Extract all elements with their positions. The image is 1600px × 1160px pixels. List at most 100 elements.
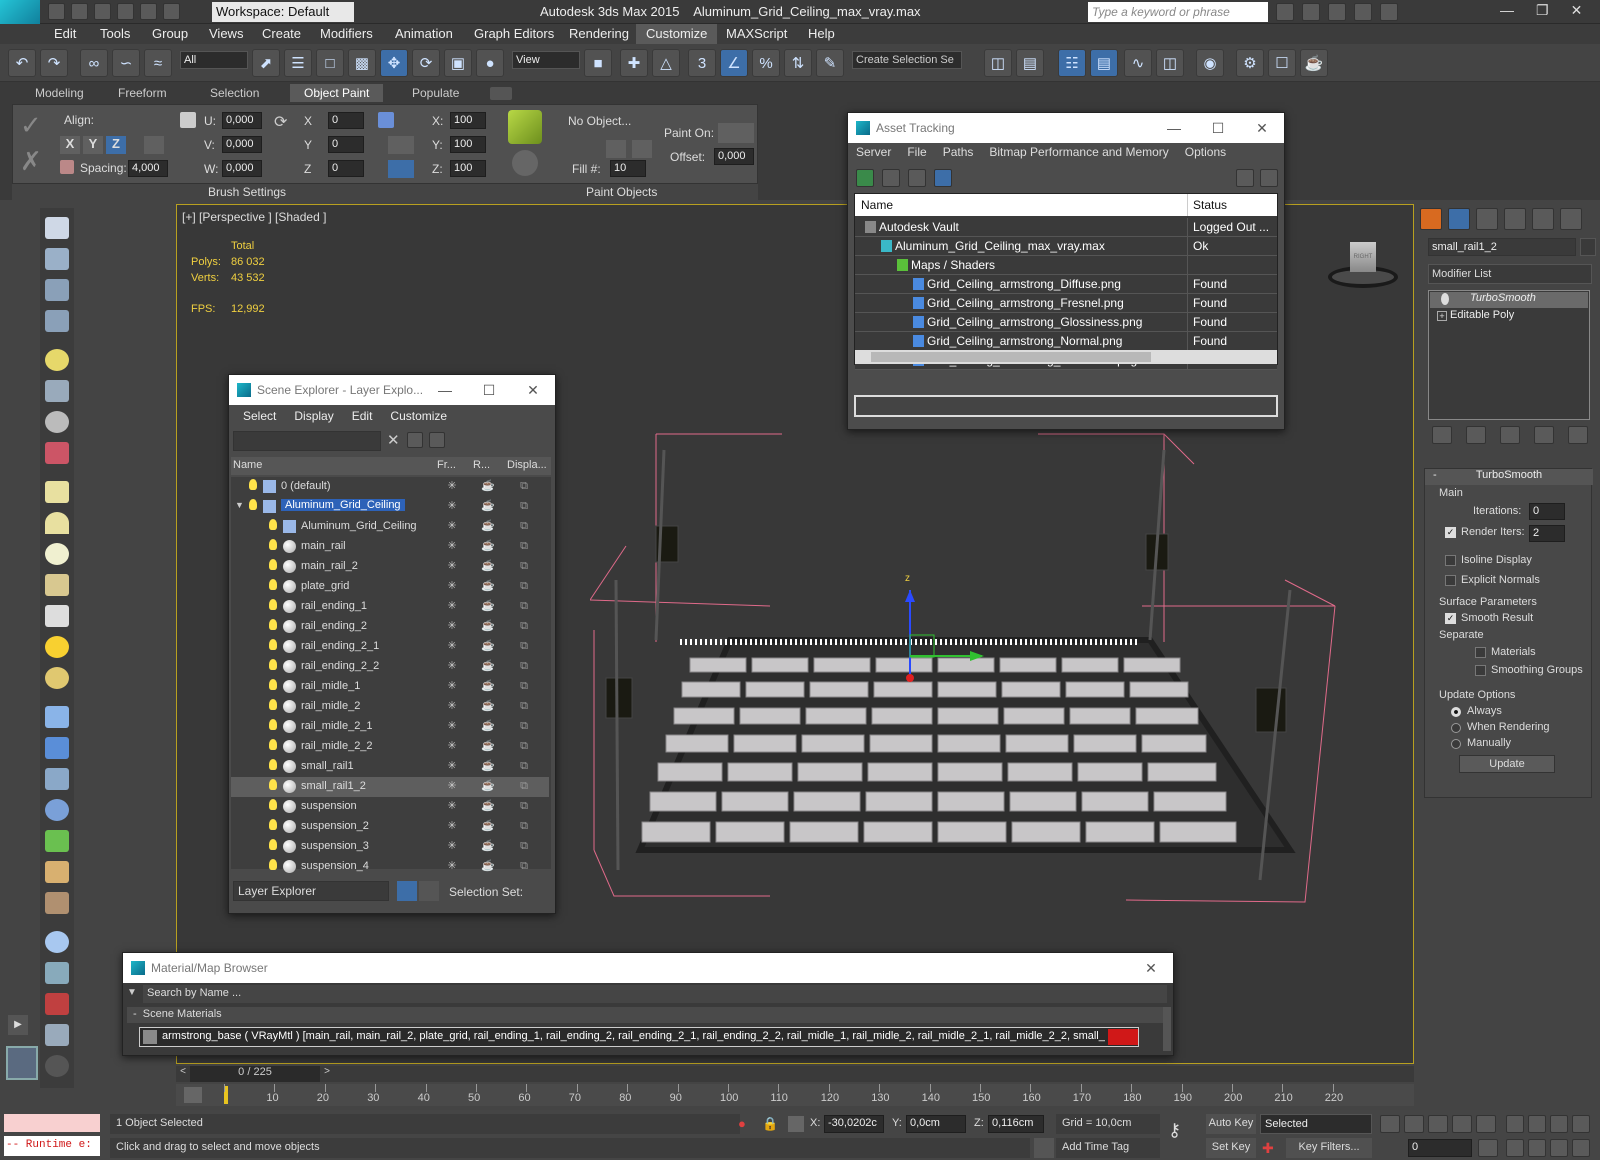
minimize-icon[interactable]: — bbox=[1152, 113, 1196, 143]
no-object-dropdown[interactable]: No Object... bbox=[568, 114, 631, 128]
brush-settings-label[interactable]: Brush Settings bbox=[208, 185, 286, 199]
doc-icon[interactable] bbox=[45, 1024, 69, 1046]
modifier-bulb-icon[interactable] bbox=[1441, 293, 1449, 305]
render-iters-checkbox[interactable]: ✓ bbox=[1445, 527, 1456, 538]
time-tag-icon[interactable] bbox=[1034, 1138, 1054, 1158]
add-time-tag-button[interactable]: Add Time Tag bbox=[1056, 1138, 1160, 1158]
display-icon[interactable]: ⧉ bbox=[517, 739, 531, 753]
asset-row[interactable]: Aluminum_Grid_Ceiling_max_vray.max Ok bbox=[855, 237, 1277, 256]
render-toggle-icon[interactable]: ☕ bbox=[481, 479, 495, 493]
freeze-icon[interactable]: ✳ bbox=[445, 799, 459, 813]
configure-sets-icon[interactable] bbox=[1568, 426, 1588, 444]
layer-manager-icon[interactable]: ☷ bbox=[1058, 49, 1086, 77]
place-icon[interactable]: ● bbox=[476, 49, 504, 77]
freeze-icon[interactable]: ✳ bbox=[445, 519, 459, 533]
ribbon-toggle-icon[interactable]: ▤ bbox=[1090, 49, 1118, 77]
asset-row[interactable]: Grid_Ceiling_armstrong_Glossiness.png Fou… bbox=[855, 313, 1277, 332]
hide-toggle-icon[interactable] bbox=[269, 519, 277, 530]
axis-y-button[interactable]: Y bbox=[83, 136, 103, 154]
render-setup-icon[interactable]: ⚙ bbox=[1236, 49, 1264, 77]
new-file-icon[interactable] bbox=[48, 3, 65, 20]
se-search-input[interactable] bbox=[233, 431, 381, 451]
pivot-center-icon[interactable]: ■ bbox=[584, 49, 612, 77]
scene-materials-header[interactable]: - Scene Materials bbox=[127, 1007, 1167, 1023]
freeze-icon[interactable]: ✳ bbox=[445, 739, 459, 753]
object-row[interactable]: rail_ending_2_2 ✳ ☕ ⧉ bbox=[231, 657, 549, 677]
list-icon[interactable] bbox=[45, 279, 69, 301]
display-icon[interactable]: ⧉ bbox=[517, 699, 531, 713]
select-by-name-icon[interactable]: ☰ bbox=[284, 49, 312, 77]
viewport-layout-icon[interactable] bbox=[6, 1046, 38, 1080]
display-icon[interactable]: ⧉ bbox=[517, 859, 531, 873]
snap-toggle-icon[interactable]: 3 bbox=[688, 49, 716, 77]
frame-counter[interactable]: 0 / 225 bbox=[190, 1066, 320, 1082]
close-icon[interactable]: ✕ bbox=[1129, 953, 1173, 983]
tab-modeling[interactable]: Modeling bbox=[35, 86, 84, 100]
paint-objects-label[interactable]: Paint Objects bbox=[586, 185, 657, 199]
freeze-icon[interactable]: ✳ bbox=[445, 819, 459, 833]
object-color-swatch[interactable] bbox=[1580, 238, 1596, 256]
freeze-icon[interactable]: ✳ bbox=[445, 639, 459, 653]
hide-toggle-icon[interactable] bbox=[249, 499, 257, 510]
teapot-2-icon[interactable] bbox=[45, 574, 69, 596]
keyboard-shortcut-icon[interactable]: △ bbox=[652, 49, 680, 77]
key-tangent-icon[interactable]: ✚ bbox=[1262, 1140, 1280, 1158]
redo-icon[interactable]: ↷ bbox=[40, 49, 68, 77]
z-coord-input[interactable]: 0,116cm bbox=[988, 1115, 1044, 1133]
edit-named-selection-icon[interactable]: ✎ bbox=[816, 49, 844, 77]
browser-options-icon[interactable]: ▼ bbox=[127, 987, 137, 998]
material-browser-scroll[interactable] bbox=[1163, 1007, 1171, 1051]
clear-search-icon[interactable]: ✕ bbox=[387, 431, 400, 449]
asset-row[interactable]: Maps / Shaders bbox=[855, 256, 1277, 275]
rotate-icon[interactable]: ⟳ bbox=[412, 49, 440, 77]
vault-help-icon[interactable] bbox=[1236, 169, 1254, 187]
paint-objects-icon[interactable] bbox=[512, 150, 538, 176]
material-entry[interactable]: armstrong_base ( VRayMtl ) [main_rail, m… bbox=[139, 1027, 1139, 1047]
thumbnail-view-icon[interactable] bbox=[908, 169, 926, 187]
key-filters-button[interactable]: Key Filters... bbox=[1286, 1138, 1372, 1158]
menu-maxscript[interactable]: MAXScript bbox=[726, 26, 787, 41]
isoline-checkbox[interactable] bbox=[1445, 555, 1456, 566]
at-menu-server[interactable]: Server bbox=[856, 145, 891, 159]
move-icon[interactable]: ✥ bbox=[380, 49, 408, 77]
next-key-icon[interactable] bbox=[1452, 1115, 1472, 1133]
freeze-icon[interactable]: ✳ bbox=[445, 599, 459, 613]
display-icon[interactable]: ⧉ bbox=[517, 479, 531, 493]
freeze-icon[interactable]: ✳ bbox=[445, 559, 459, 573]
spacing-icon[interactable] bbox=[60, 160, 74, 174]
menu-create[interactable]: Create bbox=[262, 26, 301, 41]
render-toggle-icon[interactable]: ☕ bbox=[481, 819, 495, 833]
smooth-result-checkbox[interactable]: ✓ bbox=[1445, 613, 1456, 624]
spinner-snap-icon[interactable]: ⇅ bbox=[784, 49, 812, 77]
align-to-normal-icon[interactable] bbox=[144, 136, 164, 154]
menu-modifiers[interactable]: Modifiers bbox=[320, 26, 373, 41]
display-icon[interactable]: ⧉ bbox=[517, 779, 531, 793]
teapot-icon[interactable] bbox=[45, 217, 69, 239]
angle-snap-icon[interactable]: ∠ bbox=[720, 49, 748, 77]
render-toggle-icon[interactable]: ☕ bbox=[481, 559, 495, 573]
object-row[interactable]: rail_midle_1 ✳ ☕ ⧉ bbox=[231, 677, 549, 697]
hide-toggle-icon[interactable] bbox=[269, 839, 277, 850]
se-menu-display[interactable]: Display bbox=[294, 409, 333, 423]
freeze-icon[interactable]: ✳ bbox=[445, 679, 459, 693]
material-browser-titlebar[interactable]: Material/Map Browser bbox=[123, 953, 1173, 983]
material-search-input[interactable]: Search by Name ... bbox=[143, 985, 1167, 1003]
tab-object-paint[interactable]: Object Paint bbox=[290, 84, 384, 102]
object-row[interactable]: main_rail ✳ ☕ ⧉ bbox=[231, 537, 549, 557]
freeze-icon[interactable]: ✳ bbox=[445, 719, 459, 733]
dome-icon[interactable] bbox=[45, 512, 69, 534]
object-row[interactable]: suspension_2 ✳ ☕ ⧉ bbox=[231, 817, 549, 837]
open-file-icon[interactable] bbox=[71, 3, 88, 20]
next-frame-icon[interactable]: > bbox=[320, 1066, 334, 1082]
grid-icon[interactable] bbox=[45, 310, 69, 332]
at-menu-paths[interactable]: Paths bbox=[943, 145, 974, 159]
render-toggle-icon[interactable]: ☕ bbox=[481, 519, 495, 533]
binoculars-icon[interactable] bbox=[1276, 3, 1294, 21]
expand-icon[interactable]: + bbox=[1437, 311, 1447, 321]
freeze-icon[interactable]: ✳ bbox=[445, 579, 459, 593]
y-rot-input[interactable]: 0 bbox=[328, 136, 364, 153]
selection-set-label[interactable]: Selection Set: bbox=[449, 885, 523, 899]
se-col-freeze[interactable]: Fr... bbox=[437, 459, 456, 471]
render-toggle-icon[interactable]: ☕ bbox=[481, 839, 495, 853]
display-icon[interactable]: ⧉ bbox=[517, 539, 531, 553]
